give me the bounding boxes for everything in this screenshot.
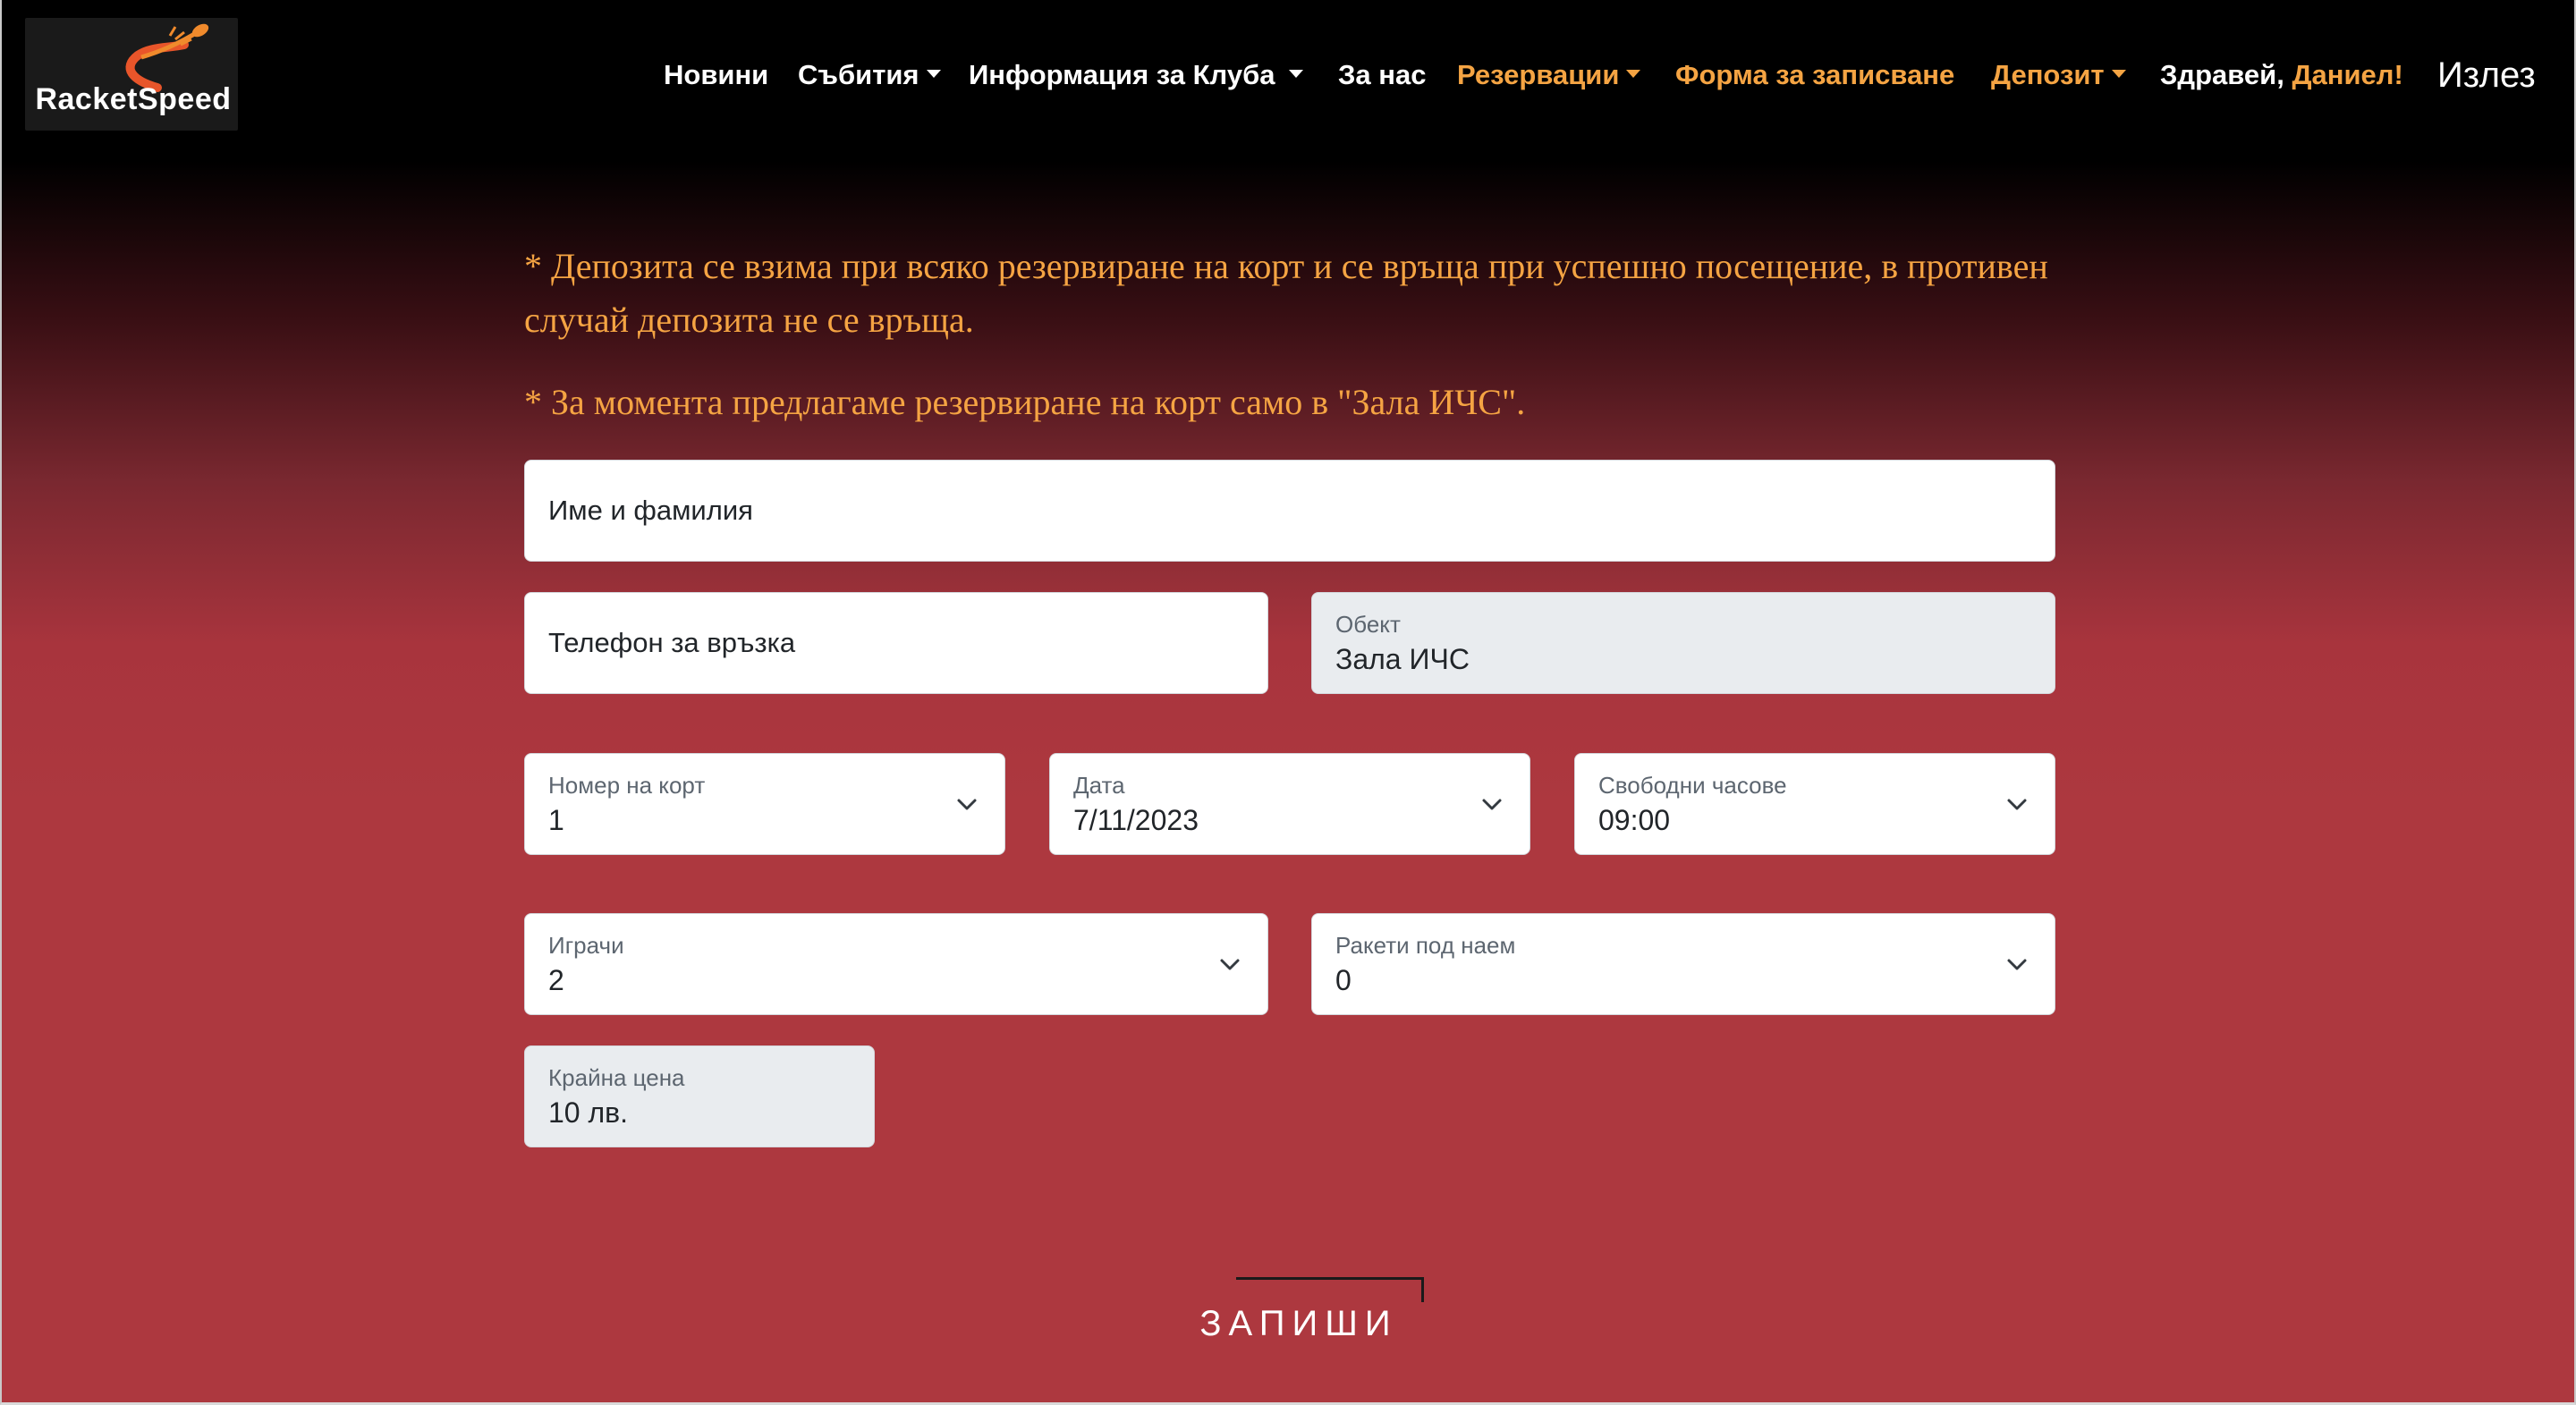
- phone-field[interactable]: Телефон за връзка: [524, 592, 1268, 694]
- price-value: 10 лв.: [548, 1096, 629, 1129]
- players-label: Играчи: [548, 932, 624, 959]
- nav-item-signup-form[interactable]: Форма за записване: [1675, 50, 1954, 100]
- hours-value: 09:00: [1598, 804, 1671, 836]
- submit-button[interactable]: ЗАПИШИ: [1174, 1270, 1424, 1356]
- date-label: Дата: [1073, 772, 1125, 799]
- user-greeting: Здравей, Даниел!: [2160, 59, 2403, 90]
- price-field: Крайна цена 10 лв.: [524, 1045, 875, 1147]
- chevron-down-icon: [1219, 953, 1241, 975]
- logout-link[interactable]: Излез: [2437, 50, 2536, 100]
- nav-item-about[interactable]: За нас: [1338, 50, 1426, 100]
- nav-item-deposit[interactable]: Депозит: [1991, 50, 2126, 100]
- chevron-down-icon: [1481, 793, 1503, 815]
- deposit-note: * Депозита се взима при всяко резервиран…: [524, 246, 2048, 340]
- venue-note: * За момента предлагаме резервиране на к…: [524, 382, 1526, 422]
- chevron-down-icon: [2006, 793, 2028, 815]
- venue-label: Обект: [1335, 611, 1401, 638]
- rackets-value: 0: [1335, 964, 1352, 996]
- chevron-down-icon: [956, 793, 978, 815]
- players-value: 2: [548, 964, 564, 996]
- caret-down-icon: [2111, 70, 2126, 79]
- nav-item-club-info[interactable]: Информация за Клуба: [969, 50, 1304, 100]
- date-select[interactable]: Дата 7/11/2023: [1049, 753, 1530, 855]
- caret-down-icon: [926, 70, 941, 79]
- hours-label: Свободни часове: [1598, 772, 1787, 799]
- court-select[interactable]: Номер на корт 1: [524, 753, 1005, 855]
- players-select[interactable]: Играчи 2: [524, 913, 1268, 1015]
- venue-value: Зала ИЧС: [1335, 643, 1470, 675]
- caret-down-icon: [1626, 70, 1641, 79]
- phone-placeholder: Телефон за връзка: [548, 627, 796, 658]
- court-label: Номер на корт: [548, 772, 706, 799]
- hours-select[interactable]: Свободни часове 09:00: [1574, 753, 2055, 855]
- price-label: Крайна цена: [548, 1064, 685, 1091]
- rackets-label: Ракети под наем: [1335, 932, 1516, 959]
- caret-down-icon: [1289, 70, 1304, 79]
- name-placeholder: Име и фамилия: [548, 495, 753, 526]
- main-nav: Новини Събития Информация за Клуба За на…: [2, 50, 2576, 100]
- date-value: 7/11/2023: [1073, 804, 1199, 836]
- page: RacketSpeed Новини Събития Информация за…: [0, 0, 2576, 1405]
- name-field[interactable]: Име и фамилия: [524, 460, 2055, 562]
- court-value: 1: [548, 804, 564, 836]
- nav-item-news[interactable]: Новини: [664, 50, 768, 100]
- nav-item-events[interactable]: Събития: [798, 50, 941, 100]
- user-name: Даниел!: [2292, 59, 2403, 90]
- venue-field: Обект Зала ИЧС: [1311, 592, 2055, 694]
- nav-item-reservations[interactable]: Резервации: [1457, 50, 1641, 100]
- rackets-select[interactable]: Ракети под наем 0: [1311, 913, 2055, 1015]
- chevron-down-icon: [2006, 953, 2028, 975]
